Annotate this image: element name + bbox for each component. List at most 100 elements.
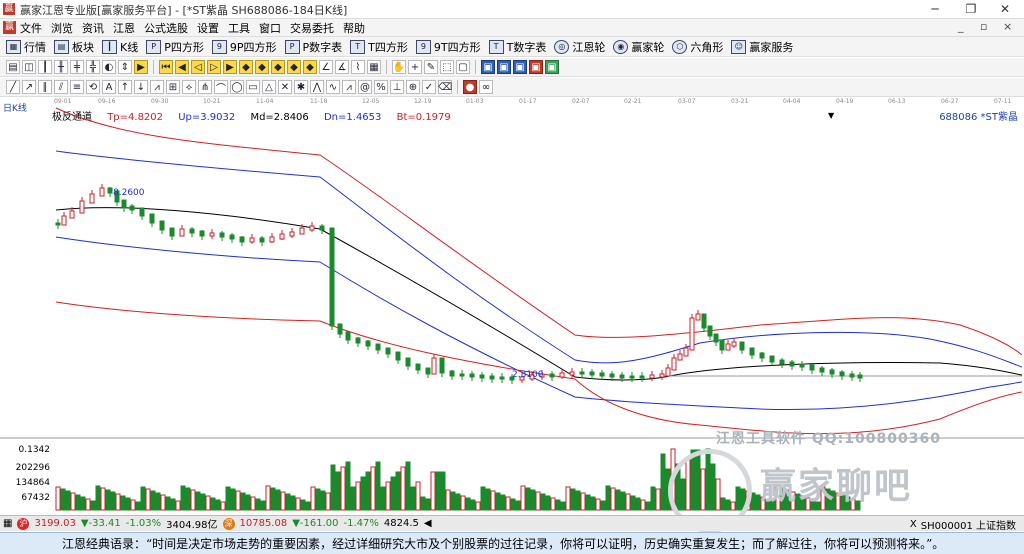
- ohlc-type-icon[interactable]: ╬: [86, 60, 100, 74]
- infinity-icon[interactable]: ∞: [479, 80, 493, 94]
- toolbar-t-square-button[interactable]: T T四方形: [350, 39, 408, 55]
- channel-icon[interactable]: ⫽: [54, 80, 68, 94]
- right-icon[interactable]: ▷: [207, 60, 221, 74]
- menu-file[interactable]: 文件: [20, 20, 42, 36]
- chart-icon-3[interactable]: ▣: [513, 60, 527, 74]
- grid-icon[interactable]: ▦: [367, 60, 381, 74]
- cycle-icon[interactable]: ⟲: [86, 80, 100, 94]
- status-menu-icon[interactable]: ▦: [3, 518, 12, 529]
- angle-icon-1[interactable]: ∠: [319, 60, 333, 74]
- menu-trade[interactable]: 交易委托: [290, 20, 334, 36]
- fan-icon[interactable]: ⌇: [351, 60, 365, 74]
- minimize-button[interactable]: ─: [920, 1, 950, 17]
- cross-icon[interactable]: ✕: [278, 80, 292, 94]
- bar-type-icon[interactable]: ╫: [54, 60, 68, 74]
- fan-lines-icon[interactable]: ⋔: [198, 80, 212, 94]
- angle-icon-2[interactable]: ∡: [335, 60, 349, 74]
- weight-icon[interactable]: ⇕: [118, 60, 132, 74]
- status-index-label[interactable]: SH000001 上证指数: [921, 517, 1016, 532]
- menu-tools[interactable]: 工具: [228, 20, 250, 36]
- hand-icon[interactable]: ✋: [392, 60, 406, 74]
- delete-icon[interactable]: ⌫: [438, 80, 452, 94]
- arrow-up-icon[interactable]: ↑: [118, 80, 132, 94]
- status-scroll-left-icon[interactable]: ◀: [424, 518, 432, 529]
- toolbar-hexagon-button[interactable]: ⬡ 六角形: [672, 39, 723, 55]
- calc-icon[interactable]: ⊕: [406, 80, 420, 94]
- ruler-icon[interactable]: ⊥: [390, 80, 404, 94]
- menu-info[interactable]: 资讯: [82, 20, 104, 36]
- shape-icon[interactable]: ▢: [456, 60, 470, 74]
- ray-icon[interactable]: ↗: [22, 80, 36, 94]
- speed-icon[interactable]: ⟡: [182, 80, 196, 94]
- volume-bar: [270, 487, 276, 511]
- toolbar-gann-wheel-button[interactable]: ◎ 江恩轮: [554, 39, 605, 55]
- next-icon[interactable]: ▶: [223, 60, 237, 74]
- rect-icon[interactable]: ▭: [246, 80, 260, 94]
- crosshair-icon[interactable]: +: [408, 60, 422, 74]
- menu-gann[interactable]: 江恩: [113, 20, 135, 36]
- first-icon[interactable]: ⏮: [159, 60, 173, 74]
- diamond-icon-5[interactable]: ◆: [303, 60, 317, 74]
- maximize-button[interactable]: ❐: [956, 1, 986, 17]
- toolbar-kline-button[interactable]: ┃ K线: [102, 39, 138, 55]
- select-icon[interactable]: ⬚: [440, 60, 454, 74]
- line-type-icon[interactable]: ╪: [70, 60, 84, 74]
- mdi-restore-button[interactable]: ▫: [980, 20, 987, 33]
- layout-icon[interactable]: ▤: [6, 60, 20, 74]
- parallel-icon[interactable]: ∥: [38, 80, 52, 94]
- fib-icon[interactable]: ≡: [70, 80, 84, 94]
- mdi-close-button[interactable]: ×: [1003, 20, 1012, 33]
- toolbar-t-table-button[interactable]: T T数字表: [488, 39, 546, 55]
- pen-icon[interactable]: ✎: [424, 60, 438, 74]
- menu-window[interactable]: 窗口: [259, 20, 281, 36]
- drawing-toolbar-2: ╱ ↗ ∥ ⫽ ≡ ⟲ A ↑ ↓ ⩘ ⊞ ⟡ ⋔ ⌒ ◯ ▭ △ ✕ ✱ ⋀ …: [0, 78, 1024, 97]
- ellipse-icon[interactable]: ◯: [230, 80, 244, 94]
- text-icon[interactable]: A: [102, 80, 116, 94]
- diamond-icon-4[interactable]: ◆: [287, 60, 301, 74]
- left-icon[interactable]: ◁: [191, 60, 205, 74]
- flag-icon[interactable]: ▶: [134, 60, 148, 74]
- gann-fan-icon[interactable]: ⩘: [150, 80, 164, 94]
- close-button[interactable]: ✕: [990, 1, 1020, 17]
- period-icon[interactable]: ◫: [22, 60, 36, 74]
- toolbar-9t-square-button[interactable]: 9 9T四方形: [415, 39, 481, 55]
- arrow-down-icon[interactable]: ↓: [134, 80, 148, 94]
- chart-area[interactable]: 09-01 09-16 09-30 10-21 11-04 11-18 12-0…: [0, 97, 1024, 533]
- diamond-icon-3[interactable]: ◆: [271, 60, 285, 74]
- candle-type-icon[interactable]: ┃: [38, 60, 52, 74]
- spiral-icon[interactable]: @: [358, 80, 372, 94]
- percent-icon[interactable]: %: [374, 80, 388, 94]
- chart-icon-2[interactable]: ▣: [497, 60, 511, 74]
- diamond-icon-2[interactable]: ◆: [255, 60, 269, 74]
- gann-box-icon[interactable]: ⊞: [166, 80, 180, 94]
- candle-body: [431, 357, 437, 375]
- menu-help[interactable]: 帮助: [343, 20, 365, 36]
- toolbar-p-table-button[interactable]: P P数字表: [284, 39, 342, 55]
- mark-icon[interactable]: ✓: [422, 80, 436, 94]
- toolbar-sector-button[interactable]: ▤ 板块: [54, 39, 94, 55]
- menu-settings[interactable]: 设置: [197, 20, 219, 36]
- chart-icon-4[interactable]: ▣: [529, 60, 543, 74]
- chart-icon-5[interactable]: ▣: [545, 60, 559, 74]
- wave-icon[interactable]: ∿: [326, 80, 340, 94]
- diamond-icon-1[interactable]: ◆: [239, 60, 253, 74]
- toolbar-service-button[interactable]: ☺ 赢家服务: [731, 39, 793, 55]
- zigzag-icon[interactable]: ⩘: [342, 80, 356, 94]
- prev-icon[interactable]: ◀: [175, 60, 189, 74]
- toolbar-9p-square-button[interactable]: 9 9P四方形: [211, 39, 277, 55]
- toolbar-quote-button[interactable]: ▦ 行情: [6, 39, 46, 55]
- menu-browse[interactable]: 浏览: [51, 20, 73, 36]
- arc-icon[interactable]: ⌒: [214, 80, 228, 95]
- toolbar-winner-wheel-button[interactable]: ◉ 赢家轮: [613, 39, 664, 55]
- toolbar-p-square-button[interactable]: P P四方形: [146, 39, 204, 55]
- indicator-icon[interactable]: ●: [463, 80, 477, 94]
- triangle-icon[interactable]: △: [262, 80, 276, 94]
- star-icon[interactable]: ✱: [294, 80, 308, 94]
- scale-type-icon[interactable]: ◐: [102, 60, 116, 74]
- draw-line-icon[interactable]: ╱: [6, 80, 20, 94]
- pitch-icon[interactable]: ⋀: [310, 80, 324, 94]
- menu-formula[interactable]: 公式选股: [144, 20, 188, 36]
- chart-icon-1[interactable]: ▣: [481, 60, 495, 74]
- candle-body: [79, 200, 85, 214]
- mdi-minimize-button[interactable]: _: [958, 20, 964, 33]
